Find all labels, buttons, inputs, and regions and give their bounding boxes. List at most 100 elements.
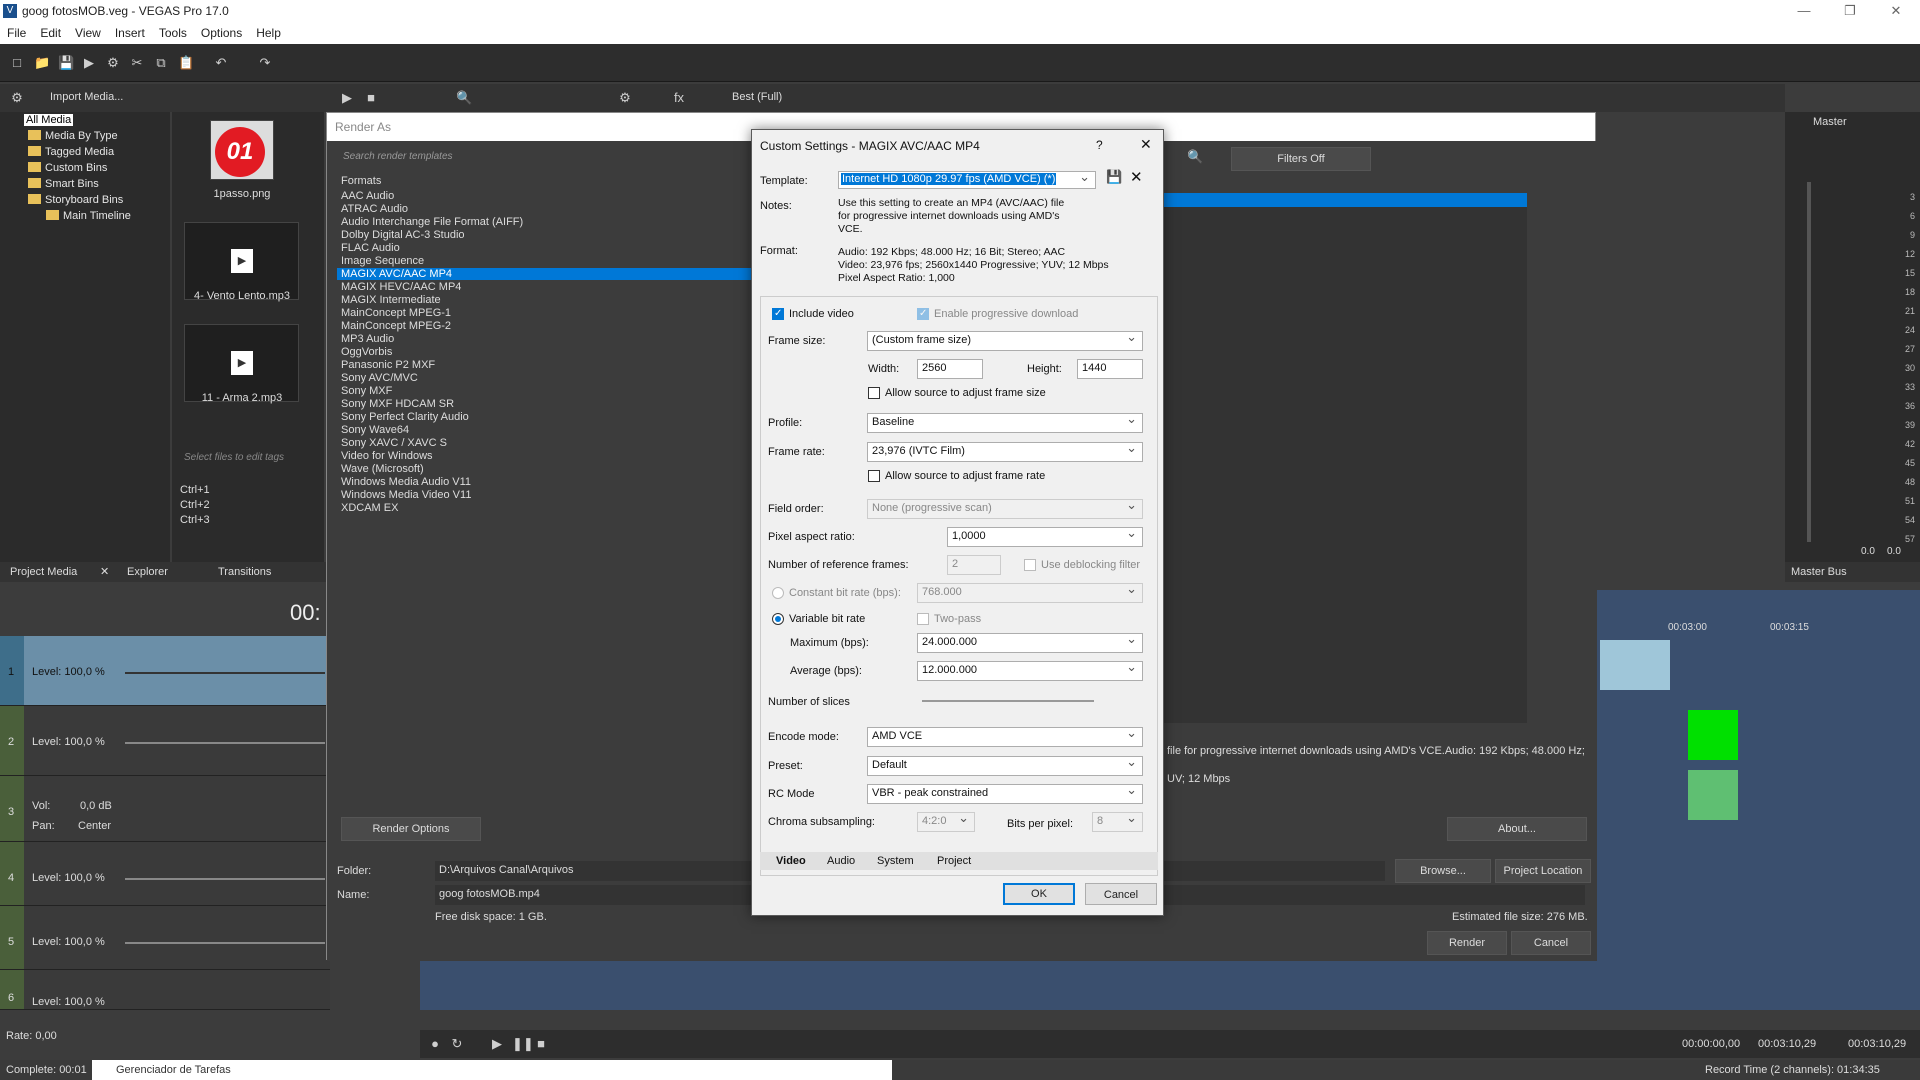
format-item[interactable]: Wave (Microsoft): [341, 463, 424, 475]
project-location-button[interactable]: Project Location: [1495, 859, 1591, 883]
menu-edit[interactable]: Edit: [33, 26, 68, 40]
track-header-1[interactable]: 1 Level: 100,0 %: [0, 636, 330, 706]
tab-audio[interactable]: Audio: [827, 855, 855, 867]
allow-size-checkbox[interactable]: [868, 387, 880, 399]
frame-size-select[interactable]: (Custom frame size): [867, 331, 1143, 351]
close-icon[interactable]: ✕: [100, 565, 109, 578]
format-item[interactable]: Sony MXF HDCAM SR: [341, 398, 454, 410]
format-item[interactable]: Dolby Digital AC-3 Studio: [341, 229, 465, 241]
record-icon[interactable]: ●: [428, 1037, 442, 1051]
format-item[interactable]: FLAC Audio: [341, 242, 400, 254]
play-preview-icon[interactable]: ▶: [340, 91, 354, 105]
level-slider[interactable]: [125, 742, 325, 744]
selected-template-row[interactable]: [1127, 193, 1527, 207]
menu-help[interactable]: Help: [249, 26, 288, 40]
menu-options[interactable]: Options: [194, 26, 249, 40]
menu-tools[interactable]: Tools: [152, 26, 194, 40]
tree-main-timeline[interactable]: Main Timeline: [46, 210, 131, 222]
new-icon[interactable]: □: [10, 56, 24, 70]
format-item[interactable]: Sony MXF: [341, 385, 392, 397]
format-item[interactable]: Windows Media Video V11: [341, 489, 471, 501]
import-media-button[interactable]: Import Media...: [50, 91, 123, 103]
track-header-3[interactable]: 3 Vol: 0,0 dB Pan: Center: [0, 776, 330, 842]
tree-media-by-type[interactable]: Media By Type: [28, 130, 118, 142]
fx-icon[interactable]: fx: [672, 91, 686, 105]
preview-settings-icon[interactable]: ⚙: [618, 91, 632, 105]
allow-rate-checkbox[interactable]: [868, 470, 880, 482]
format-item[interactable]: MAGIX Intermediate: [341, 294, 441, 306]
track-header-5[interactable]: 5 Level: 100,0 %: [0, 906, 330, 970]
tab-project[interactable]: Project: [937, 855, 971, 867]
help-icon[interactable]: ?: [1096, 138, 1103, 152]
format-item[interactable]: Sony AVC/MVC: [341, 372, 418, 384]
format-item[interactable]: Video for Windows: [341, 450, 433, 462]
cancel-render-button[interactable]: Cancel: [1511, 931, 1591, 955]
delete-icon[interactable]: ✕: [1130, 168, 1143, 186]
tree-smart-bins[interactable]: Smart Bins: [28, 178, 99, 190]
level-slider[interactable]: [125, 942, 325, 944]
level-slider[interactable]: [125, 672, 325, 674]
track-header-2[interactable]: 2 Level: 100,0 %: [0, 706, 330, 776]
cancel-button[interactable]: Cancel: [1085, 883, 1157, 905]
render-icon[interactable]: ▶: [82, 56, 96, 70]
minimize-button[interactable]: —: [1781, 0, 1827, 22]
preview-quality[interactable]: Best (Full): [732, 91, 782, 103]
track-header-6[interactable]: 6 Level: 100,0 %: [0, 970, 330, 1010]
tree-custom-bins[interactable]: Custom Bins: [28, 162, 107, 174]
slices-slider[interactable]: [922, 700, 1094, 702]
menu-insert[interactable]: Insert: [108, 26, 152, 40]
format-item[interactable]: Sony Wave64: [341, 424, 409, 436]
format-item[interactable]: AAC Audio: [341, 190, 394, 202]
format-item[interactable]: MAGIX HEVC/AAC MP4: [341, 281, 461, 293]
settings-icon[interactable]: ⚙: [106, 56, 120, 70]
media-thumb-audio[interactable]: ▶: [184, 222, 299, 300]
format-item[interactable]: Windows Media Audio V11: [341, 476, 471, 488]
pause-icon[interactable]: ❚❚: [512, 1037, 534, 1051]
tab-transitions[interactable]: Transitions: [218, 566, 271, 578]
open-icon[interactable]: 📁: [34, 56, 50, 70]
cut-icon[interactable]: ✂: [130, 56, 144, 70]
profile-select[interactable]: Baseline: [867, 413, 1143, 433]
taskbar-window[interactable]: Gerenciador de Tarefas: [92, 1060, 892, 1080]
undo-icon[interactable]: ↶: [214, 56, 228, 70]
format-item[interactable]: MainConcept MPEG-1: [341, 307, 451, 319]
tree-storyboard-bins[interactable]: Storyboard Bins: [28, 194, 123, 206]
copy-icon[interactable]: ⧉: [154, 56, 168, 70]
par-select[interactable]: 1,0000: [947, 527, 1143, 547]
template-select[interactable]: Internet HD 1080p 29.97 fps (AMD VCE) (*…: [838, 171, 1096, 189]
tree-tagged-media[interactable]: Tagged Media: [28, 146, 114, 158]
format-item[interactable]: MP3 Audio: [341, 333, 394, 345]
paste-icon[interactable]: 📋: [178, 56, 194, 70]
close-window-button[interactable]: ✕: [1873, 0, 1919, 22]
stop-icon[interactable]: ■: [534, 1037, 548, 1051]
search-input[interactable]: Search render templates: [343, 151, 763, 169]
search-icon[interactable]: 🔍: [1187, 149, 1203, 165]
tab-system[interactable]: System: [877, 855, 914, 867]
render-options-button[interactable]: Render Options: [341, 817, 481, 841]
ok-button[interactable]: OK: [1003, 883, 1075, 905]
tab-project-media[interactable]: Project Media: [10, 566, 77, 578]
filters-button[interactable]: Filters Off: [1231, 147, 1371, 171]
audio-clip[interactable]: [1688, 770, 1738, 820]
video-clip[interactable]: [1688, 710, 1738, 760]
format-item[interactable]: Audio Interchange File Format (AIFF): [341, 216, 523, 228]
format-item[interactable]: XDCAM EX: [341, 502, 398, 514]
format-item[interactable]: OggVorbis: [341, 346, 392, 358]
stop-preview-icon[interactable]: ■: [364, 91, 378, 105]
redo-icon[interactable]: ↷: [258, 56, 272, 70]
master-bus-tab[interactable]: Master Bus: [1785, 562, 1920, 582]
media-settings-icon[interactable]: ⚙: [10, 91, 24, 105]
format-item[interactable]: Image Sequence: [341, 255, 424, 267]
zoom-icon[interactable]: 🔍: [456, 91, 472, 105]
vbr-radio[interactable]: [772, 613, 784, 625]
format-item[interactable]: Sony Perfect Clarity Audio: [341, 411, 469, 423]
tags-input[interactable]: Select files to edit tags: [184, 452, 284, 463]
close-icon[interactable]: ✕: [1140, 136, 1152, 153]
include-video-checkbox[interactable]: [772, 308, 784, 320]
play-icon[interactable]: ▶: [490, 1037, 504, 1051]
loop-icon[interactable]: ↻: [450, 1037, 464, 1051]
render-button[interactable]: Render: [1427, 931, 1507, 955]
format-item[interactable]: ATRAC Audio: [341, 203, 408, 215]
width-input[interactable]: 2560: [917, 359, 983, 379]
format-item[interactable]: Panasonic P2 MXF: [341, 359, 435, 371]
